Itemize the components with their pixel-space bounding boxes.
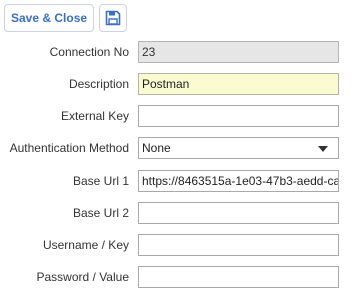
base-url-1-label: Base Url 1 xyxy=(72,174,129,188)
external-key-input[interactable] xyxy=(138,105,339,127)
password-value-input[interactable] xyxy=(138,266,339,288)
base-url-1-input[interactable]: https://8463515a-1e03-47b3-aedd-ca xyxy=(138,170,339,192)
external-key-row: External Key xyxy=(0,105,355,127)
description-row: Description Postman xyxy=(0,73,355,95)
base-url-1-row: Base Url 1 https://8463515a-1e03-47b3-ae… xyxy=(0,170,355,192)
dropdown-arrow-icon[interactable] xyxy=(318,146,328,152)
authentication-method-row: Authentication Method None xyxy=(0,137,355,159)
base-url-2-row: Base Url 2 xyxy=(0,202,355,224)
base-url-2-input[interactable] xyxy=(138,202,339,224)
save-button[interactable] xyxy=(99,4,128,32)
username-key-row: Username / Key xyxy=(0,234,355,256)
external-key-label: External Key xyxy=(60,109,129,123)
username-key-input[interactable] xyxy=(138,234,339,256)
username-key-label: Username / Key xyxy=(42,238,129,252)
connection-no-row: Connection No 23 xyxy=(0,41,355,63)
password-value-label: Password / Value xyxy=(36,270,130,284)
base-url-2-label: Base Url 2 xyxy=(72,206,129,220)
description-label: Description xyxy=(68,77,129,91)
save-and-close-button[interactable]: Save & Close xyxy=(4,4,95,32)
password-value-row: Password / Value xyxy=(0,266,355,288)
connection-no-field: 23 xyxy=(138,41,339,63)
authentication-method-value: None xyxy=(142,141,171,155)
toolbar: Save & Close xyxy=(4,4,128,32)
authentication-method-select[interactable]: None xyxy=(138,137,339,159)
description-input[interactable]: Postman xyxy=(138,73,339,95)
floppy-disk-icon xyxy=(105,10,121,26)
authentication-method-label: Authentication Method xyxy=(9,141,129,155)
connection-no-label: Connection No xyxy=(49,45,129,59)
